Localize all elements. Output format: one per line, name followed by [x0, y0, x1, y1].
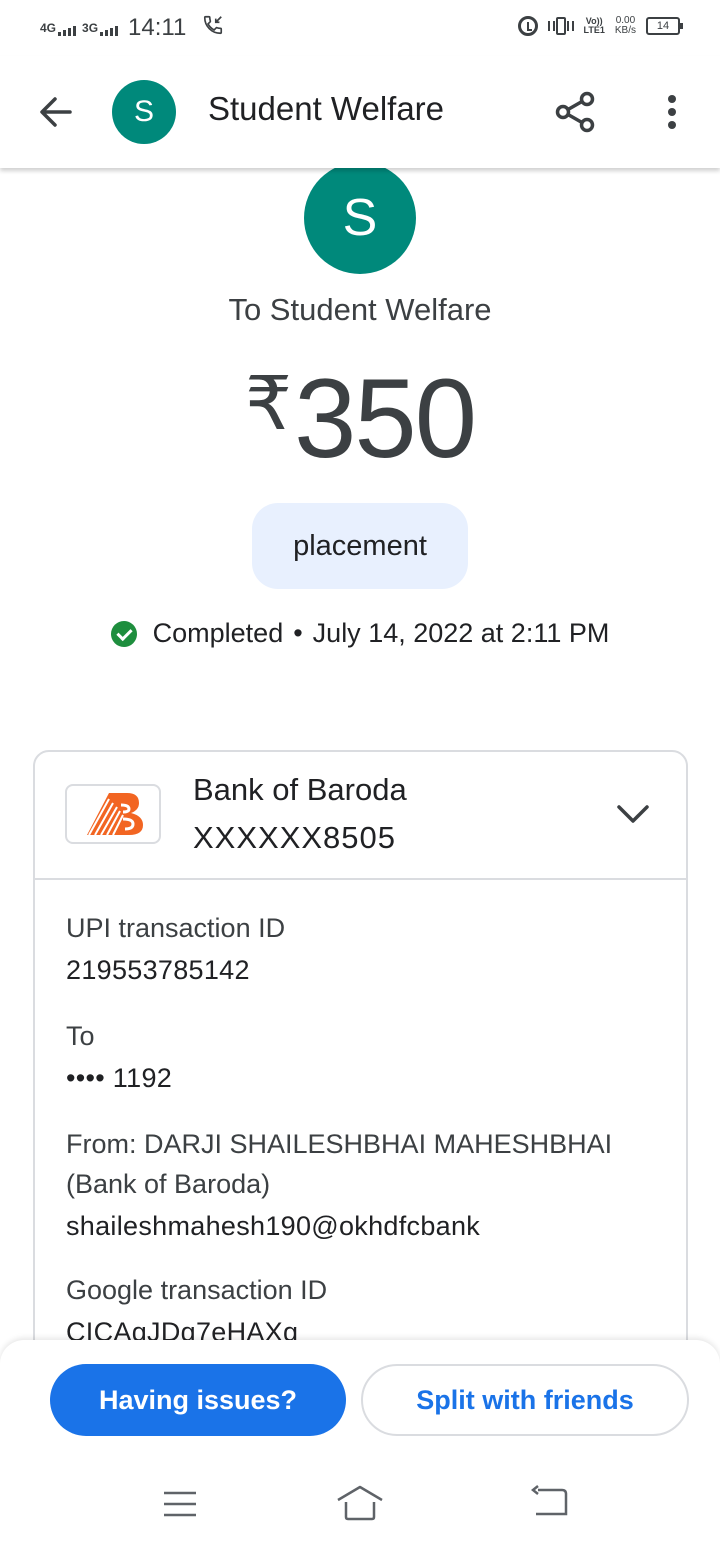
split-with-friends-button[interactable]: Split with friends [361, 1364, 689, 1436]
chevron-down-icon [617, 805, 649, 823]
network-3g-indicator: 3G [82, 21, 119, 36]
upi-transaction-id-value: 219553785142 [66, 955, 250, 985]
transaction-details: S To Student Welfare ₹350 placement Comp… [0, 168, 720, 1340]
back-button[interactable] [34, 90, 78, 134]
status-text: Completed [152, 618, 284, 648]
account-details-card: Bank of Baroda XXXXXX8505 UPI transactio… [33, 750, 688, 1340]
bank-of-baroda-logo [65, 784, 161, 844]
upi-transaction-id: UPI transaction ID 219553785142 [66, 908, 285, 992]
network-4g-indicator: 4G [40, 21, 77, 36]
missed-call-icon [202, 14, 224, 42]
status-right: Vo)) LTE1 0.00 KB/s 14 [517, 16, 683, 36]
network-3g-label: 3G [82, 21, 99, 35]
back-arrow-icon [40, 97, 72, 127]
speed-unit: KB/s [614, 25, 636, 36]
status-datetime: July 14, 2022 at 2:11 PM [312, 618, 610, 648]
from-vpa: shaileshmahesh190@okhdfcbank [66, 1211, 481, 1241]
nav-menu-button[interactable] [160, 1484, 200, 1524]
having-issues-button[interactable]: Having issues? [50, 1364, 346, 1436]
status-bar: 4G 3G 14:11 Vo)) LTE1 0.00 KB/s 14 [0, 0, 720, 56]
google-transaction-id: Google transaction ID CICAgJDg7eHAXg [66, 1270, 327, 1340]
payee-avatar: S [112, 80, 176, 144]
to-value: •••• 1192 [66, 1063, 173, 1093]
vibrate-icon [547, 16, 574, 36]
from-label: From: DARJI SHAILESHBHAI MAHESHBHAI [66, 1129, 613, 1159]
volte-indicator: Vo)) LTE1 [584, 17, 605, 35]
from-bank: (Bank of Baroda) [66, 1169, 271, 1199]
payment-amount: ₹350 [0, 354, 720, 483]
recipient-account: To •••• 1192 [66, 1016, 172, 1100]
battery-icon: 14 [646, 17, 683, 35]
page-title: Student Welfare [208, 90, 445, 127]
payment-note-chip: placement [252, 503, 468, 589]
upi-transaction-id-label: UPI transaction ID [66, 913, 286, 943]
share-icon [555, 91, 595, 133]
clock: 14:11 [128, 14, 187, 41]
bank-name: Bank of Baroda [193, 772, 407, 807]
bank-account-row[interactable]: Bank of Baroda XXXXXX8505 [35, 752, 686, 880]
signal-bars-icon [100, 26, 119, 36]
status-left: 4G 3G 14:11 [40, 14, 224, 42]
amount-value: 350 [294, 356, 477, 481]
status-separator: • [293, 618, 303, 648]
home-icon [337, 1485, 383, 1521]
menu-icon [164, 1491, 196, 1517]
signal-bars-icon [58, 26, 77, 36]
payment-status: Completed • July 14, 2022 at 2:11 PM [0, 618, 720, 649]
network-speed: 0.00 KB/s [615, 16, 636, 36]
back-nav-icon [530, 1485, 568, 1516]
share-button[interactable] [552, 88, 600, 136]
currency-symbol: ₹ [245, 362, 293, 445]
payee-heading: To Student Welfare [228, 292, 492, 327]
check-circle-icon [110, 620, 137, 647]
nav-back-button[interactable] [528, 1484, 572, 1524]
system-nav-bar [0, 1474, 720, 1534]
nav-home-button[interactable] [334, 1482, 386, 1526]
expand-details-button[interactable] [613, 798, 653, 830]
top-app-bar: S Student Welfare [0, 56, 720, 168]
payee-avatar-large: S [304, 168, 416, 274]
to-label: To [66, 1021, 95, 1051]
alarm-icon [517, 16, 538, 36]
lte-label: LTE1 [583, 25, 605, 35]
google-transaction-id-label: Google transaction ID [66, 1275, 328, 1305]
bottom-actions: Having issues? Split with friends [0, 1340, 720, 1544]
network-4g-label: 4G [40, 21, 57, 35]
sender-details: From: DARJI SHAILESHBHAI MAHESHBHAI (Ban… [66, 1124, 612, 1248]
more-vert-icon [668, 95, 676, 103]
google-transaction-id-value: CICAgJDg7eHAXg [66, 1317, 299, 1340]
more-options-button[interactable] [652, 88, 692, 136]
account-number: XXXXXX8505 [193, 820, 397, 855]
